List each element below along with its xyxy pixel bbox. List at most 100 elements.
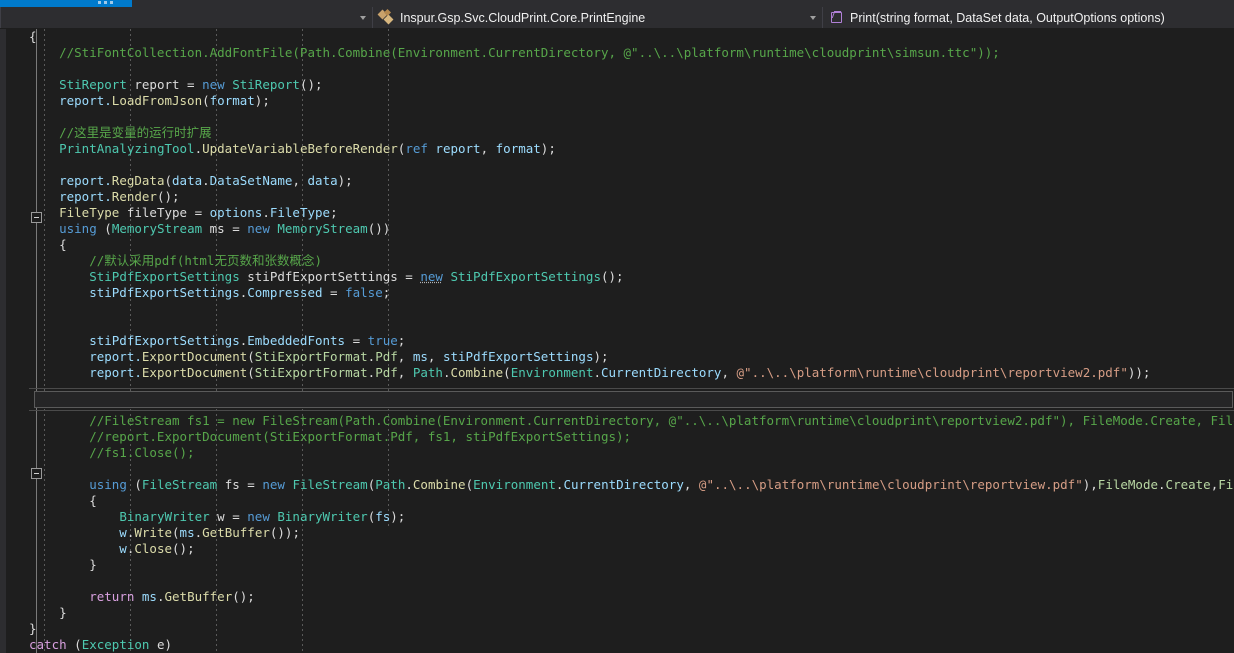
code-token: (); [299, 77, 323, 92]
code-token: , [480, 141, 496, 156]
code-line[interactable]: w.Write(ms.GetBuffer()); [29, 525, 300, 541]
code-token: //StiFontCollection.AddFontFile(Path.Com… [29, 45, 1000, 60]
code-line[interactable]: report.Render(); [29, 189, 180, 205]
code-token: ref [405, 141, 428, 156]
code-token: (); [172, 541, 195, 556]
code-token: stiPdfExportSettings [442, 349, 594, 364]
code-token: false [345, 285, 383, 300]
selection-margin[interactable] [6, 29, 15, 653]
code-token: format [209, 93, 255, 108]
code-line[interactable]: //这里是变量的运行时扩展 [29, 125, 212, 141]
code-token: LoadFromJson [111, 93, 203, 108]
project-dropdown[interactable] [0, 7, 372, 28]
chevron-down-icon[interactable] [356, 7, 370, 28]
code-line[interactable]: stiPdfExportSettings.EmbeddedFonts = tru… [29, 333, 405, 349]
code-token: ); [390, 509, 406, 524]
code-line[interactable]: StiReport report = new StiReport(); [29, 77, 323, 93]
code-line[interactable]: //report.ExportDocument(StiExportFormat.… [29, 429, 631, 445]
code-line[interactable]: StiPdfExportSettings stiPdfExportSetting… [29, 269, 623, 285]
code-line[interactable]: report.RegData(data.DataSetName, data); [29, 173, 353, 189]
code-line[interactable]: using (MemoryStream ms = new MemoryStrea… [29, 221, 390, 237]
code-line[interactable]: } [29, 557, 97, 573]
code-token: GetBuffer [202, 525, 270, 540]
code-token: GetBuffer [164, 589, 233, 604]
code-token: Combine [450, 365, 504, 380]
code-line[interactable]: FileType fileType = options.FileType; [29, 205, 338, 221]
code-token: ); [254, 93, 270, 108]
code-token: w = [209, 509, 248, 524]
code-line[interactable]: report.LoadFromJson(format); [29, 93, 270, 109]
code-token: ( [126, 477, 142, 492]
code-token: ms = [202, 221, 248, 236]
code-token: Pdf [375, 349, 398, 364]
code-token: FileType [269, 205, 331, 220]
code-token: StiPdfExportSettings [89, 269, 240, 284]
code-token: //fs1.Close(); [29, 445, 195, 460]
code-token: ( [202, 93, 210, 108]
code-token: , [683, 477, 699, 492]
code-line[interactable]: { [29, 493, 97, 509]
outlining-margin[interactable] [15, 29, 42, 653]
code-line[interactable]: report.ExportDocument(StiExportFormat.Pd… [29, 365, 1150, 381]
code-line[interactable]: using (FileStream fs = new FileStream(Pa… [29, 477, 1234, 493]
code-token: stiPdfExportSettings [29, 333, 240, 348]
code-token: FileType [59, 205, 120, 220]
code-token: BinaryWriter [119, 509, 210, 524]
code-line[interactable]: //StiFontCollection.AddFontFile(Path.Com… [29, 45, 1000, 61]
code-navigation-bar: Inspur.Gsp.Svc.CloudPrint.Core.PrintEngi… [0, 7, 1234, 28]
tab-dots-decoration [98, 1, 120, 5]
code-line[interactable]: //fs1.Close(); [29, 445, 195, 461]
code-token: { [29, 29, 37, 44]
code-token: report [435, 141, 481, 156]
code-token: ms [412, 349, 428, 364]
code-line[interactable]: stiPdfExportSettings.Compressed = false; [29, 285, 390, 301]
code-token: = [322, 285, 346, 300]
code-token: ); [593, 349, 609, 364]
code-token: new [420, 269, 443, 284]
code-line[interactable]: return ms.GetBuffer(); [29, 589, 255, 605]
code-line[interactable]: { [29, 237, 67, 253]
code-token: new [247, 509, 270, 524]
code-token: UpdateVariableBeforeRender [202, 141, 398, 156]
code-line[interactable]: PrintAnalyzingTool.UpdateVariableBeforeR… [29, 141, 556, 157]
code-token: } [29, 557, 97, 572]
code-token: Pdf [375, 365, 398, 380]
code-token: Exception [81, 637, 150, 652]
code-token: new [262, 477, 285, 492]
chevron-down-icon[interactable] [806, 7, 820, 28]
code-line[interactable]: //FileStream fs1 = new FileStream(Path.C… [29, 413, 1234, 429]
code-token: } [29, 605, 67, 620]
code-line[interactable]: } [29, 621, 37, 637]
code-token: fileType = [119, 205, 210, 220]
code-token: ; [330, 205, 338, 220]
code-text-area[interactable]: { //StiFontCollection.AddFontFile(Path.C… [29, 29, 1234, 653]
code-token: . [202, 173, 210, 188]
code-line[interactable]: { [29, 29, 37, 45]
code-line[interactable]: report.ExportDocument(StiExportFormat.Pd… [29, 349, 609, 365]
code-line[interactable]: } [29, 605, 67, 621]
member-dropdown[interactable]: Print(string format, DataSet data, Outpu… [822, 7, 1234, 28]
code-line[interactable]: //默认采用pdf(html无页数和张数概念) [29, 253, 322, 269]
code-token: fs [375, 509, 391, 524]
code-line[interactable]: catch (Exception e) [29, 637, 172, 653]
code-token: CurrentDirectory [601, 365, 722, 380]
code-token: Path [375, 477, 406, 492]
code-editor[interactable]: { //StiFontCollection.AddFontFile(Path.C… [0, 29, 1234, 653]
code-token: ( [503, 365, 511, 380]
code-token: ()) [367, 221, 391, 236]
class-dropdown-label: Inspur.Gsp.Svc.CloudPrint.Core.PrintEngi… [400, 10, 646, 25]
code-token: ( [66, 637, 82, 652]
code-token: , [427, 349, 443, 364]
code-token: ( [247, 365, 255, 380]
class-dropdown[interactable]: Inspur.Gsp.Svc.CloudPrint.Core.PrintEngi… [372, 7, 822, 28]
code-token: . [405, 477, 413, 492]
code-token: StiReport [232, 77, 300, 92]
code-token: using [59, 221, 97, 236]
code-token: (); [156, 189, 180, 204]
code-line[interactable]: BinaryWriter w = new BinaryWriter(fs); [29, 509, 405, 525]
code-line[interactable]: w.Close(); [29, 541, 195, 557]
